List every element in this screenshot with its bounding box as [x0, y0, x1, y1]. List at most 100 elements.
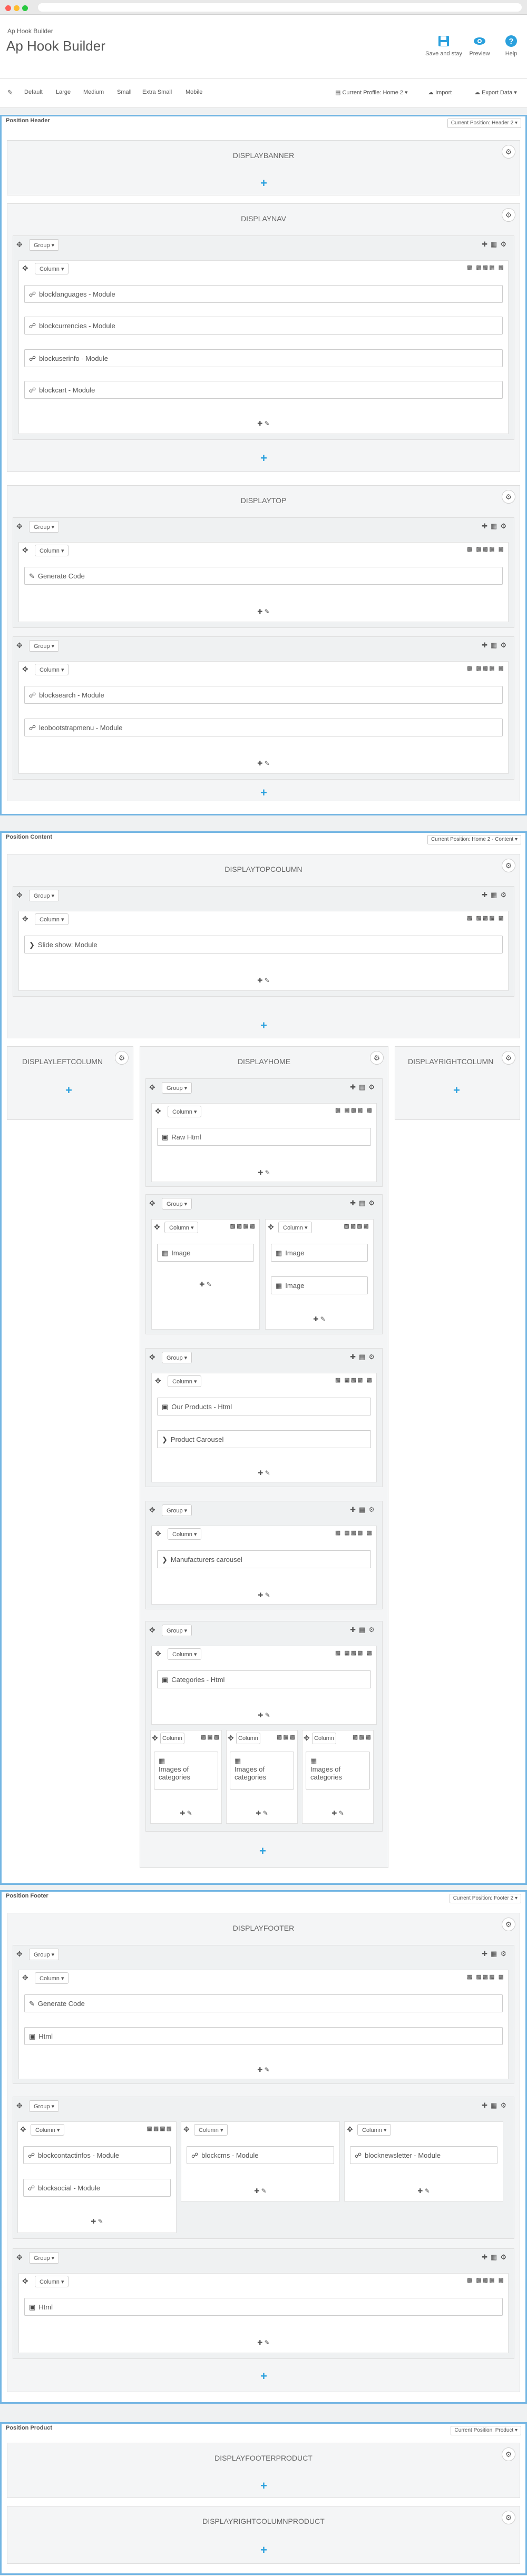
column-tools[interactable]: ▩ ▩▩▩ ▩ [335, 1649, 373, 1656]
column-tools[interactable]: ▩▩▩ [277, 1734, 296, 1741]
column-dropdown[interactable]: Column [312, 1733, 336, 1744]
group-tools[interactable]: ✚▦⚙ [482, 240, 510, 249]
widget-image[interactable]: ▦ Images of categories [230, 1752, 294, 1790]
column-actions[interactable]: ✚ ✎ [19, 760, 508, 767]
position-dropdown[interactable]: Current Position: Header 2 ▾ [447, 119, 521, 128]
widget-module[interactable]: ☍ blockcart - Module [24, 381, 503, 399]
column-actions[interactable]: ✚ ✎ [19, 2339, 508, 2346]
column-tools[interactable]: ▩▩▩▩ [147, 2125, 173, 2132]
widget-image[interactable]: ▦ Images of categories [306, 1752, 370, 1790]
gear-icon[interactable]: ⚙ [370, 1051, 384, 1065]
column-tools[interactable]: ▩ ▩▩▩ ▩ [467, 665, 505, 672]
preview-button[interactable]: Preview [464, 35, 495, 57]
move-icon[interactable]: ✥ [347, 2125, 353, 2134]
add-group-button[interactable]: + [65, 1084, 72, 1097]
group-tools[interactable]: ✚▦⚙ [350, 1626, 378, 1634]
column-dropdown[interactable]: Column ▾ [168, 1106, 202, 1117]
move-icon[interactable]: ✥ [183, 2125, 190, 2134]
group-tools[interactable]: ✚▦⚙ [482, 2101, 510, 2110]
viewport-small[interactable]: Small [117, 89, 132, 95]
add-group-button[interactable]: + [260, 451, 267, 465]
add-group-button[interactable]: + [260, 2543, 267, 2557]
column-dropdown[interactable]: Column ▾ [164, 1222, 199, 1233]
column-tools[interactable]: ▩ ▩▩▩ ▩ [335, 1107, 373, 1114]
group-dropdown[interactable]: Group ▾ [29, 2252, 60, 2264]
column-actions[interactable]: ✚ ✎ [152, 1169, 376, 1176]
column-actions[interactable]: ✚ ✎ [152, 1591, 376, 1599]
group-dropdown[interactable]: Group ▾ [29, 2100, 60, 2112]
move-icon[interactable]: ✥ [22, 1973, 28, 1982]
viewport-extra-small[interactable]: Extra Small [142, 89, 172, 95]
add-group-button[interactable]: + [453, 1084, 460, 1097]
widget-carousel[interactable]: ❯ Product Carousel [157, 1430, 371, 1448]
move-icon[interactable]: ✥ [155, 1107, 161, 1116]
column-tools[interactable]: ▩ ▩▩▩ ▩ [467, 1973, 505, 1980]
add-group-button[interactable]: + [260, 176, 267, 190]
column-actions[interactable]: ✚ ✎ [152, 1469, 376, 1477]
widget-module[interactable]: ☍ blocksearch - Module [24, 686, 503, 704]
column-actions[interactable]: ✚ ✎ [345, 2187, 503, 2195]
move-icon[interactable]: ✥ [16, 2253, 23, 2262]
widget-image[interactable]: ▦ Image [271, 1276, 368, 1294]
move-icon[interactable]: ✥ [149, 1083, 155, 1092]
group-dropdown[interactable]: Group ▾ [162, 1505, 192, 1516]
column-tools[interactable]: ▩ ▩▩▩ ▩ [335, 1377, 373, 1383]
maximize-window-icon[interactable] [22, 5, 28, 11]
widget-carousel[interactable]: ❯ Manufacturers carousel [157, 1550, 371, 1568]
add-group-button[interactable]: + [259, 1844, 266, 1858]
add-group-button[interactable]: + [260, 2479, 267, 2493]
group-dropdown[interactable]: Group ▾ [162, 1352, 192, 1363]
column-dropdown[interactable]: Column ▾ [35, 1972, 69, 1984]
move-icon[interactable]: ✥ [16, 1950, 23, 1959]
widget-module[interactable]: ☍ blocklanguages - Module [24, 285, 503, 303]
group-dropdown[interactable]: Group ▾ [29, 239, 60, 251]
help-button[interactable]: ? Help [495, 35, 527, 57]
widget-module[interactable]: ☍ blockuserinfo - Module [24, 349, 503, 367]
move-icon[interactable]: ✥ [155, 1377, 161, 1385]
gear-icon[interactable]: ⚙ [502, 490, 515, 504]
gear-icon[interactable]: ⚙ [502, 145, 515, 159]
move-icon[interactable]: ✥ [22, 546, 28, 555]
viewport-medium[interactable]: Medium [83, 89, 104, 95]
save-and-stay-button[interactable]: Save and stay [422, 35, 466, 57]
column-tools[interactable]: ▩ ▩▩▩ ▩ [467, 264, 505, 271]
column-dropdown[interactable]: Column ▾ [357, 2124, 392, 2136]
widget-html[interactable]: ▣ Html [24, 2027, 503, 2045]
position-dropdown[interactable]: Current Position: Home 2 - Content ▾ [427, 835, 521, 844]
widget-html[interactable]: ▣ Categories - Html [157, 1670, 371, 1688]
widget-slideshow[interactable]: ❯ Slide show: Module [24, 936, 503, 953]
breadcrumb[interactable]: Ap Hook Builder [7, 27, 53, 35]
column-actions[interactable]: ✚ ✎ [152, 1281, 259, 1288]
widget-html[interactable]: ▣ Our Products - Html [157, 1398, 371, 1415]
position-dropdown[interactable]: Current Position: Footer 2 ▾ [449, 1894, 521, 1903]
column-actions[interactable]: ✚ ✎ [19, 2066, 508, 2073]
column-actions[interactable]: ✚ ✎ [19, 977, 508, 984]
widget-module[interactable]: ☍ blockcontactinfos - Module [23, 2146, 171, 2164]
gear-icon[interactable]: ⚙ [502, 1918, 515, 1931]
column-actions[interactable]: ✚ ✎ [181, 2187, 339, 2195]
move-icon[interactable]: ✥ [155, 1649, 161, 1658]
widget-html[interactable]: ▣ Html [24, 2298, 503, 2316]
move-icon[interactable]: ✥ [22, 915, 28, 923]
column-dropdown[interactable]: Column ▾ [168, 1375, 202, 1387]
column-dropdown[interactable]: Column ▾ [35, 913, 69, 925]
group-tools[interactable]: ✚▦⚙ [350, 1353, 378, 1361]
column-tools[interactable]: ▩▩▩▩ [230, 1223, 256, 1230]
column-dropdown[interactable]: Column [160, 1733, 184, 1744]
column-dropdown[interactable]: Column ▾ [35, 545, 69, 556]
group-tools[interactable]: ✚▦⚙ [482, 2253, 510, 2262]
move-icon[interactable]: ✥ [149, 1506, 155, 1515]
column-dropdown[interactable]: Column ▾ [35, 2276, 69, 2287]
group-tools[interactable]: ✚▦⚙ [350, 1506, 378, 1514]
minimize-window-icon[interactable] [14, 5, 19, 11]
move-icon[interactable]: ✥ [16, 891, 23, 900]
widget-module[interactable]: ☍ blocknewsletter - Module [350, 2146, 497, 2164]
group-tools[interactable]: ✚▦⚙ [482, 641, 510, 650]
widget-image[interactable]: ▦ Images of categories [154, 1752, 218, 1790]
column-actions[interactable]: ✚ ✎ [19, 420, 508, 427]
move-icon[interactable]: ✥ [228, 1734, 234, 1743]
move-icon[interactable]: ✥ [268, 1223, 274, 1232]
column-dropdown[interactable]: Column ▾ [194, 2124, 228, 2136]
move-icon[interactable]: ✥ [16, 641, 23, 650]
move-icon[interactable]: ✥ [154, 1223, 160, 1232]
